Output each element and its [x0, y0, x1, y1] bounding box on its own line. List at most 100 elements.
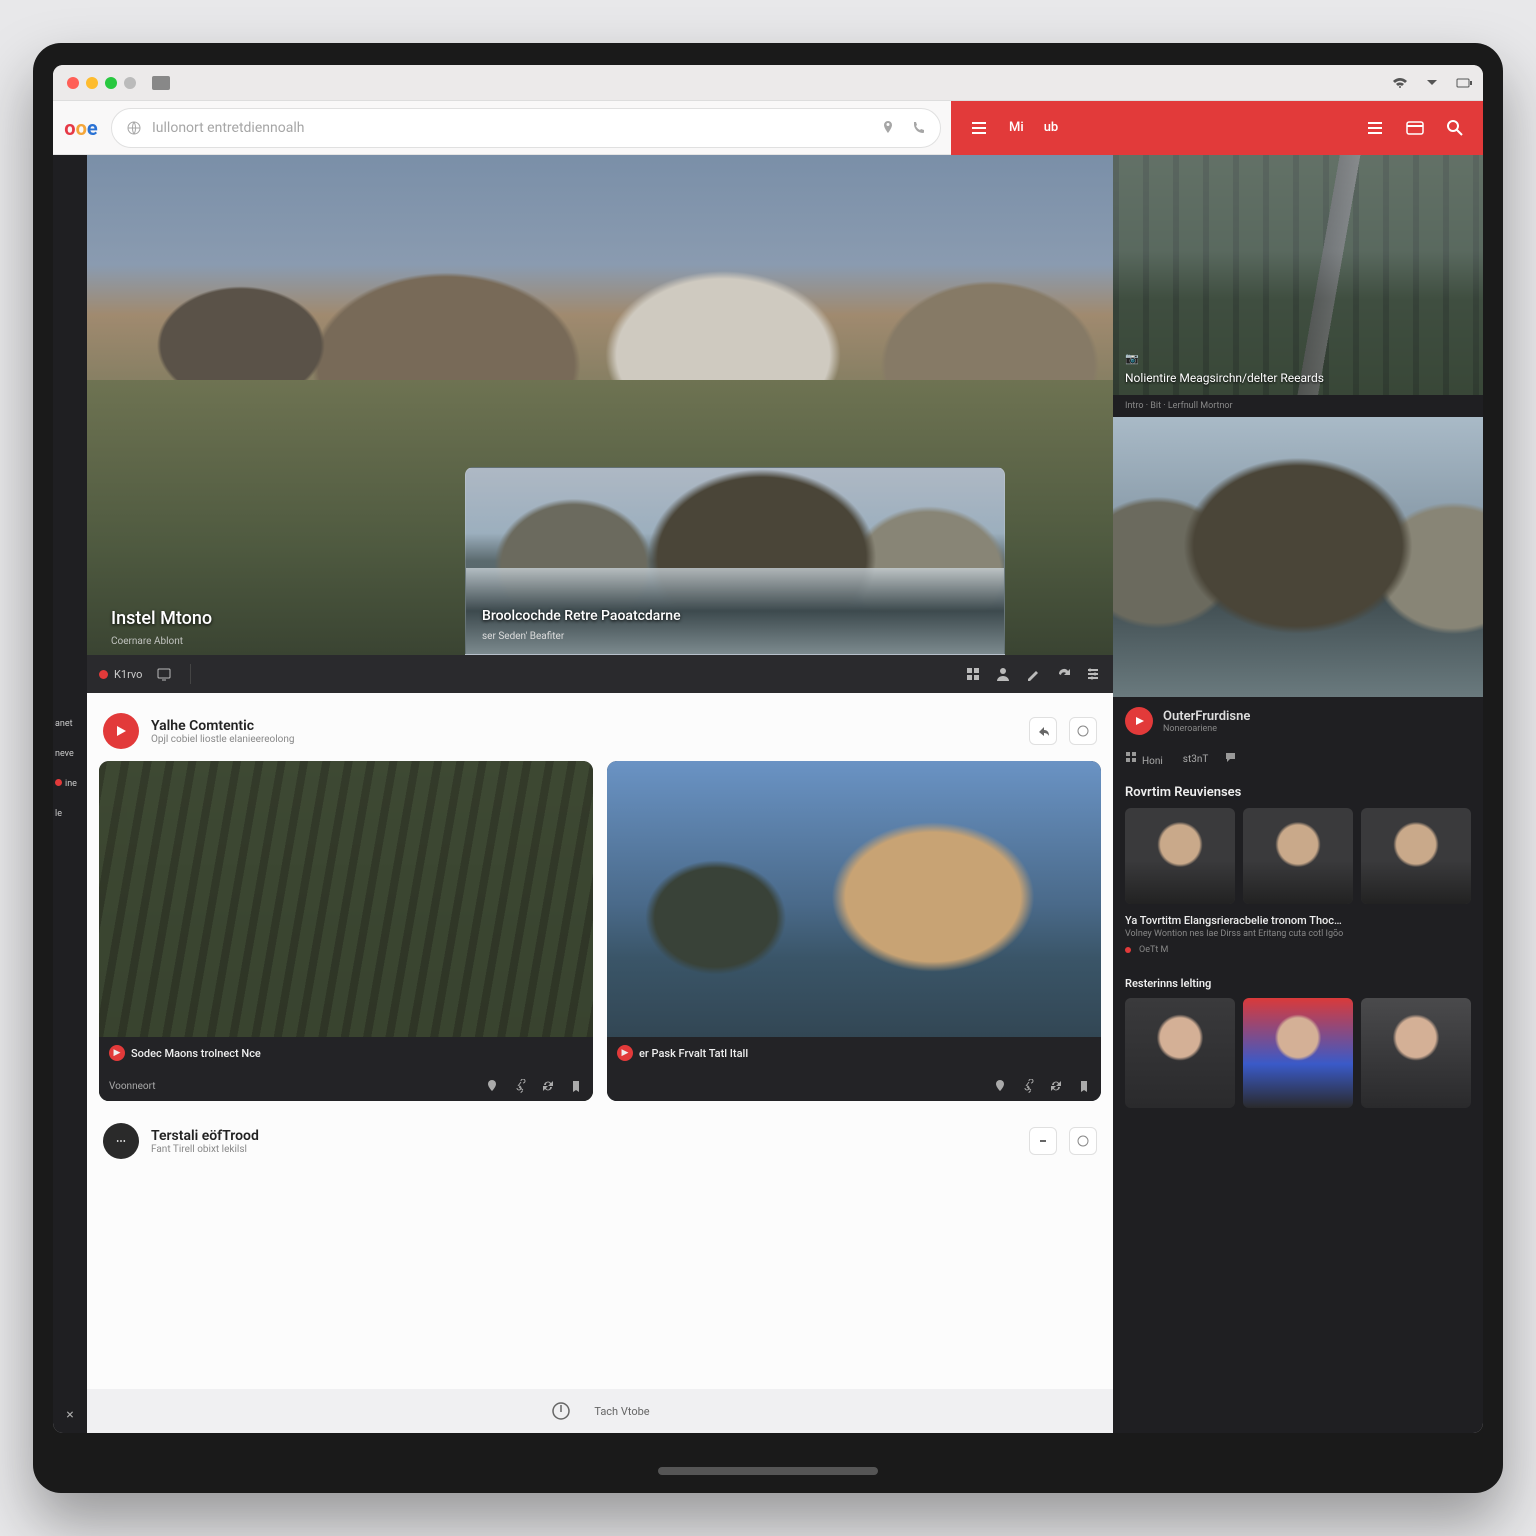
bookmark-icon[interactable] — [1077, 1079, 1091, 1093]
sidebar-item-3[interactable]: le — [53, 805, 87, 823]
hero-card-sub: ser Seden' Beafiter — [482, 631, 564, 642]
more-icon[interactable] — [1069, 1127, 1097, 1155]
thumb1-title: Nolientire Meagsirchn/delter Reeards — [1125, 371, 1324, 385]
avatar[interactable] — [103, 713, 139, 749]
laptop-frame: ooe Iullonort entretdiennoalh Mi ub — [33, 43, 1503, 1493]
sidebar-close-icon[interactable]: × — [53, 1407, 87, 1423]
topbar-left: Mi ub — [951, 118, 1076, 138]
power-icon[interactable] — [550, 1400, 572, 1422]
post2-title[interactable]: Terstali eöfTrood — [151, 1128, 259, 1144]
feed: Yalhe Comtentic Opjl cobiel liostle elan… — [87, 693, 1113, 1389]
extra-dot-icon — [124, 77, 136, 89]
pin-icon[interactable] — [993, 1079, 1007, 1093]
share-icon[interactable] — [513, 1079, 527, 1093]
pin-icon[interactable] — [485, 1079, 499, 1093]
share-icon[interactable] — [1021, 1079, 1035, 1093]
thumb1-meta: Intro · Bit · Lerfnull Mortnor — [1113, 395, 1483, 417]
post-header-2: ⋯ Terstali eöfTrood Fant Tirell obixt le… — [99, 1115, 1101, 1167]
tv-icon — [156, 666, 172, 682]
tab-live[interactable]: st3nT — [1179, 754, 1209, 765]
window-chrome — [53, 65, 1483, 101]
card-lake[interactable]: ▶er Pask Frvalt Tatl Itall — [607, 761, 1101, 1101]
review-item[interactable]: Ya Tovrtitm Elangsrieracbelie tronom Tho… — [1113, 904, 1483, 943]
maximize-window-icon[interactable] — [105, 77, 117, 89]
globe-icon — [126, 120, 142, 136]
minimize-window-icon[interactable] — [86, 77, 98, 89]
face-thumb[interactable] — [1243, 998, 1353, 1108]
menu2-icon[interactable] — [1365, 118, 1385, 138]
main-column: Instel Mtono Coernare Ablont Broolcochde… — [87, 155, 1113, 1433]
topbar-right — [1347, 118, 1483, 138]
battery-icon — [1455, 74, 1473, 92]
face-thumb[interactable] — [1243, 808, 1353, 904]
tab-home[interactable]: Honi — [1125, 751, 1163, 767]
video-thumb-2[interactable] — [1113, 417, 1483, 697]
person-icon[interactable] — [995, 666, 1011, 682]
search-icon[interactable] — [1445, 118, 1465, 138]
section-reviews: Rovrtim Reuvienses — [1113, 777, 1483, 808]
face-thumb[interactable] — [1125, 808, 1235, 904]
hero-card-title: Broolcochde Retre Paoatcdarne — [482, 608, 681, 624]
bookmark-icon[interactable] — [569, 1079, 583, 1093]
share-icon[interactable] — [1029, 717, 1057, 745]
app-topbar: Mi ub — [951, 101, 1483, 155]
sidebar-item-0[interactable]: anet — [53, 715, 87, 733]
tab-icon[interactable] — [152, 76, 170, 90]
traffic-lights — [67, 77, 136, 89]
toolbar-tv[interactable] — [156, 666, 172, 682]
card-bike[interactable]: ▶Sodec Maons trolnect Nce Voonneort — [99, 761, 593, 1101]
loop-icon[interactable] — [541, 1079, 555, 1093]
collapse-icon[interactable] — [1029, 1127, 1057, 1155]
video-thumb-1[interactable]: 📷 Nolientire Meagsirchn/delter Reeards — [1113, 155, 1483, 395]
sidebar-item-2[interactable]: ine — [53, 775, 87, 793]
dock-label: Tach Vtobe — [594, 1405, 649, 1418]
wifi-icon — [1391, 74, 1409, 92]
more-icon[interactable] — [1069, 717, 1097, 745]
close-window-icon[interactable] — [67, 77, 79, 89]
hero-toolbar: K1rvo — [87, 655, 1113, 693]
channel-row[interactable]: OuterFrurdisne Noneroariene — [1113, 697, 1483, 745]
hero-title: Instel Mtono — [111, 608, 212, 629]
toolbar-record[interactable]: K1rvo — [99, 668, 142, 681]
hero-featured-card[interactable]: Broolcochde Retre Paoatcdarne ser Seden'… — [465, 467, 1005, 655]
phone-icon[interactable] — [910, 120, 926, 136]
grid-icon[interactable] — [965, 666, 981, 682]
dropdown-icon[interactable] — [1423, 74, 1441, 92]
face-thumb[interactable] — [1361, 808, 1471, 904]
section-resterns: Resterinns lelting — [1113, 965, 1483, 998]
comment-icon — [1224, 751, 1237, 764]
face-thumb[interactable] — [1361, 998, 1471, 1108]
faces-row-2 — [1113, 998, 1483, 1108]
sidebar-item-1[interactable]: neve — [53, 745, 87, 763]
post1-title[interactable]: Yalhe Comtentic — [151, 718, 295, 734]
channel-sub: Noneroariene — [1163, 724, 1250, 734]
redo-icon[interactable] — [1055, 666, 1071, 682]
topbar-label-2[interactable]: ub — [1044, 120, 1059, 135]
face-thumb[interactable] — [1125, 998, 1235, 1108]
hero-banner: Instel Mtono Coernare Ablont Broolcochde… — [87, 155, 1113, 655]
edit-icon[interactable] — [1025, 666, 1041, 682]
review-meta: OeTt M — [1113, 943, 1483, 965]
levels-icon[interactable] — [1085, 666, 1101, 682]
browser-logo-icon[interactable]: ooe — [61, 108, 101, 148]
address-bar-row: ooe Iullonort entretdiennoalh Mi ub — [53, 101, 1483, 155]
card1-footer-label: Voonneort — [109, 1081, 156, 1092]
avatar[interactable]: ⋯ — [103, 1123, 139, 1159]
channel-tabs: Honi st3nT — [1113, 745, 1483, 777]
sidebar: anet neve ine le × — [53, 155, 87, 1433]
loop-icon[interactable] — [1049, 1079, 1063, 1093]
card2-title: er Pask Frvalt Tatl Itall — [639, 1047, 748, 1060]
menu-icon[interactable] — [969, 118, 989, 138]
card1-title: Sodec Maons trolnect Nce — [131, 1047, 261, 1060]
card-icon[interactable] — [1405, 118, 1425, 138]
pin-icon[interactable] — [880, 120, 896, 136]
url-input[interactable]: Iullonort entretdiennoalh — [111, 108, 941, 148]
system-tray — [1391, 74, 1473, 92]
faces-row — [1113, 808, 1483, 904]
hero-subtitle: Coernare Ablont — [111, 636, 183, 647]
screen: ooe Iullonort entretdiennoalh Mi ub — [53, 65, 1483, 1433]
topbar-label-1[interactable]: Mi — [1009, 120, 1024, 135]
post-header-1: Yalhe Comtentic Opjl cobiel liostle elan… — [99, 705, 1101, 761]
tab-comments[interactable] — [1224, 751, 1241, 767]
channel-name: OuterFrurdisne — [1163, 709, 1250, 724]
